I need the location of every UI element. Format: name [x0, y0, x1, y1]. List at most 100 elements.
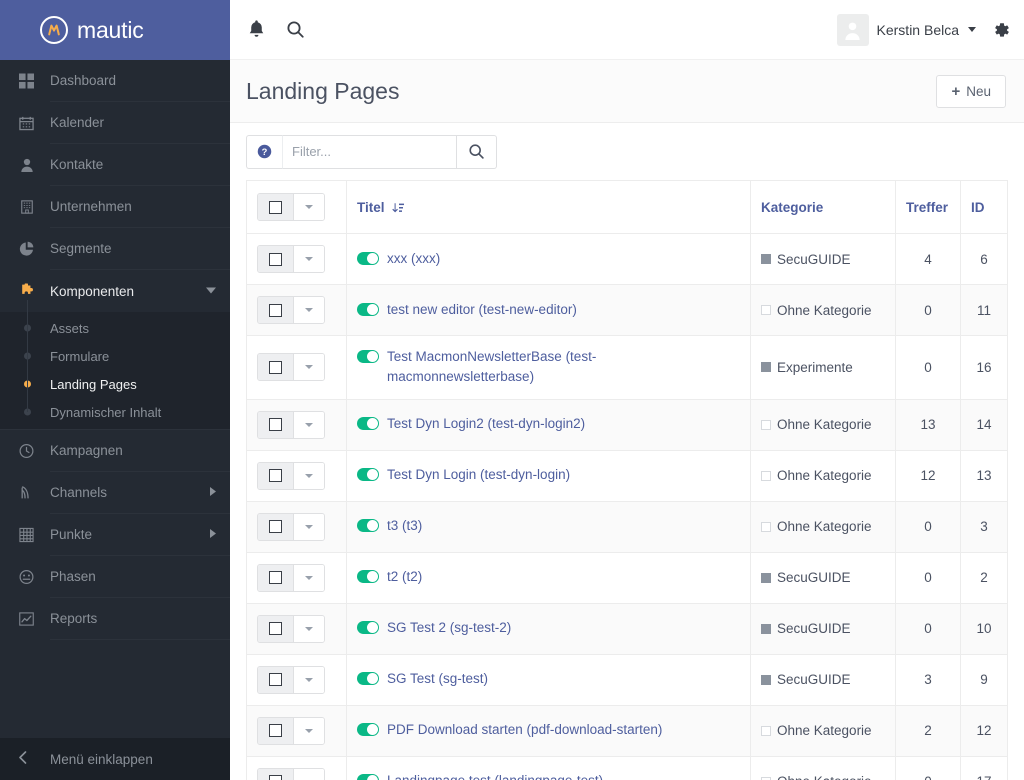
publish-toggle[interactable] — [357, 417, 379, 431]
publish-toggle[interactable] — [357, 251, 379, 265]
table-row[interactable]: t2 (t2) SecuGUIDE 0 2 — [246, 551, 1008, 604]
row-title-link[interactable]: Test Dyn Login (test-dyn-login) — [387, 465, 570, 485]
sidebar-item-segmente[interactable]: Segmente — [19, 228, 230, 270]
bell-icon[interactable] — [248, 20, 265, 39]
row-select-group[interactable] — [257, 353, 325, 382]
publish-toggle[interactable] — [357, 468, 379, 482]
select-all-group[interactable] — [257, 193, 325, 221]
sidebar-item-komponenten[interactable]: Komponenten — [22, 270, 230, 312]
row-actions-dropdown[interactable] — [294, 297, 324, 323]
table-row[interactable]: PDF Download starten (pdf-download-start… — [246, 704, 1008, 757]
publish-toggle[interactable] — [357, 723, 379, 737]
select-all-dropdown[interactable] — [294, 194, 324, 220]
publish-toggle[interactable] — [357, 570, 379, 584]
row-checkbox[interactable] — [258, 666, 294, 693]
row-actions-dropdown[interactable] — [294, 717, 324, 744]
row-checkbox[interactable] — [258, 462, 294, 489]
row-actions-dropdown[interactable] — [294, 666, 324, 693]
row-checkbox[interactable] — [258, 411, 294, 438]
table-row[interactable]: Test Dyn Login (test-dyn-login) Ohne Kate… — [246, 449, 1008, 502]
table-row[interactable]: SG Test 2 (sg-test-2) SecuGUIDE 0 10 — [246, 602, 1008, 655]
user-menu[interactable]: Kerstin Belca — [836, 13, 976, 46]
sidebar-collapse-button[interactable]: Menü einklappen — [0, 738, 230, 780]
column-header-category[interactable]: Kategorie — [750, 180, 896, 234]
table-row[interactable]: xxx (xxx) SecuGUIDE 4 6 — [246, 233, 1008, 285]
column-header-hits[interactable]: Treffer — [895, 180, 961, 234]
table-row[interactable]: t3 (t3) Ohne Kategorie 0 3 — [246, 500, 1008, 553]
brand-logo[interactable]: mautic — [0, 0, 230, 60]
row-select-group[interactable] — [257, 512, 325, 541]
table-row[interactable]: SG Test (sg-test) SecuGUIDE 3 9 — [246, 653, 1008, 706]
row-select-group[interactable] — [257, 665, 325, 694]
publish-toggle[interactable] — [357, 302, 379, 316]
search-icon[interactable] — [287, 21, 304, 38]
row-actions-dropdown[interactable] — [294, 513, 324, 540]
sidebar-item-reports[interactable]: Reports — [19, 598, 230, 640]
row-select-group[interactable] — [257, 767, 325, 780]
row-title-link[interactable]: PDF Download starten (pdf-download-start… — [387, 720, 662, 740]
row-title-link[interactable]: SG Test (sg-test) — [387, 669, 488, 689]
search-input[interactable] — [282, 134, 457, 169]
table-row[interactable]: Test Dyn Login2 (test-dyn-login2) Ohne Ka… — [246, 398, 1008, 451]
row-title-link[interactable]: Test Dyn Login2 (test-dyn-login2) — [387, 414, 585, 434]
sidebar-item-phasen[interactable]: Phasen — [19, 556, 230, 598]
table-row[interactable]: Landingpage test (landingpage-test) Ohne … — [246, 755, 1008, 780]
row-title-link[interactable]: SG Test 2 (sg-test-2) — [387, 618, 511, 638]
sidebar-item-unternehmen[interactable]: Unternehmen — [20, 186, 230, 228]
publish-toggle[interactable] — [357, 519, 379, 533]
row-select-group[interactable] — [257, 245, 325, 273]
row-checkbox[interactable] — [258, 717, 294, 744]
publish-toggle[interactable] — [357, 774, 379, 780]
row-checkbox[interactable] — [258, 354, 294, 381]
table-row[interactable]: Test MacmonNewsletterBase (test-macmonne… — [246, 335, 1008, 400]
column-header-id[interactable]: ID — [960, 180, 1008, 234]
sidebar-item-dynamischer-inhalt[interactable]: Dynamischer Inhalt — [27, 384, 230, 426]
row-select-cell — [246, 284, 347, 336]
row-checkbox[interactable] — [258, 246, 294, 272]
row-checkbox[interactable] — [258, 615, 294, 642]
sidebar-item-formulare[interactable]: Formulare — [27, 328, 230, 370]
publish-toggle[interactable] — [357, 350, 379, 363]
row-actions-dropdown[interactable] — [294, 768, 324, 780]
row-actions-dropdown[interactable] — [294, 246, 324, 272]
sidebar-item-kampagnen[interactable]: Kampagnen — [19, 430, 230, 472]
row-checkbox[interactable] — [258, 297, 294, 323]
table-row[interactable]: test new editor (test-new-editor) Ohne Ka… — [246, 284, 1008, 336]
sidebar-item-dashboard[interactable]: Dashboard — [19, 60, 230, 102]
row-select-group[interactable] — [257, 614, 325, 643]
publish-toggle[interactable] — [357, 621, 379, 635]
publish-toggle[interactable] — [357, 672, 379, 686]
sidebar-item-channels[interactable]: Channels — [21, 472, 230, 514]
row-checkbox[interactable] — [258, 768, 294, 780]
row-title-link[interactable]: xxx (xxx) — [387, 249, 440, 269]
sidebar-item-punkte[interactable]: Punkte — [19, 514, 230, 556]
row-select-group[interactable] — [257, 716, 325, 745]
row-title-link[interactable]: test new editor (test-new-editor) — [387, 300, 577, 320]
search-submit-button[interactable] — [457, 134, 497, 169]
row-actions-dropdown[interactable] — [294, 615, 324, 642]
row-select-group[interactable] — [257, 296, 325, 324]
sidebar-item-kontakte[interactable]: Kontakte — [20, 144, 230, 186]
row-title-link[interactable]: Test MacmonNewsletterBase (test-macmonne… — [387, 347, 740, 388]
column-header-title[interactable]: Titel — [346, 180, 751, 234]
row-select-group[interactable] — [257, 410, 325, 439]
row-actions-dropdown[interactable] — [294, 564, 324, 591]
sidebar-item-kalender[interactable]: Kalender — [19, 102, 230, 144]
sidebar-item-assets[interactable]: Assets — [27, 300, 230, 342]
row-actions-dropdown[interactable] — [294, 354, 324, 381]
gear-icon[interactable] — [992, 21, 1010, 39]
row-checkbox[interactable] — [258, 513, 294, 540]
row-select-group[interactable] — [257, 563, 325, 592]
row-select-group[interactable] — [257, 461, 325, 490]
row-title-link[interactable]: t3 (t3) — [387, 516, 422, 536]
table-header-row: Titel Kategorie Treffer ID — [246, 180, 1008, 234]
row-actions-dropdown[interactable] — [294, 411, 324, 438]
select-all-checkbox[interactable] — [258, 194, 294, 220]
row-checkbox[interactable] — [258, 564, 294, 591]
question-circle-icon[interactable]: ? — [246, 134, 282, 169]
sidebar-item-landing-pages[interactable]: Landing Pages — [27, 356, 230, 398]
row-title-link[interactable]: t2 (t2) — [387, 567, 422, 587]
new-button[interactable]: + Neu — [936, 74, 1006, 108]
row-title-link[interactable]: Landingpage test (landingpage-test) — [387, 771, 603, 780]
row-actions-dropdown[interactable] — [294, 462, 324, 489]
